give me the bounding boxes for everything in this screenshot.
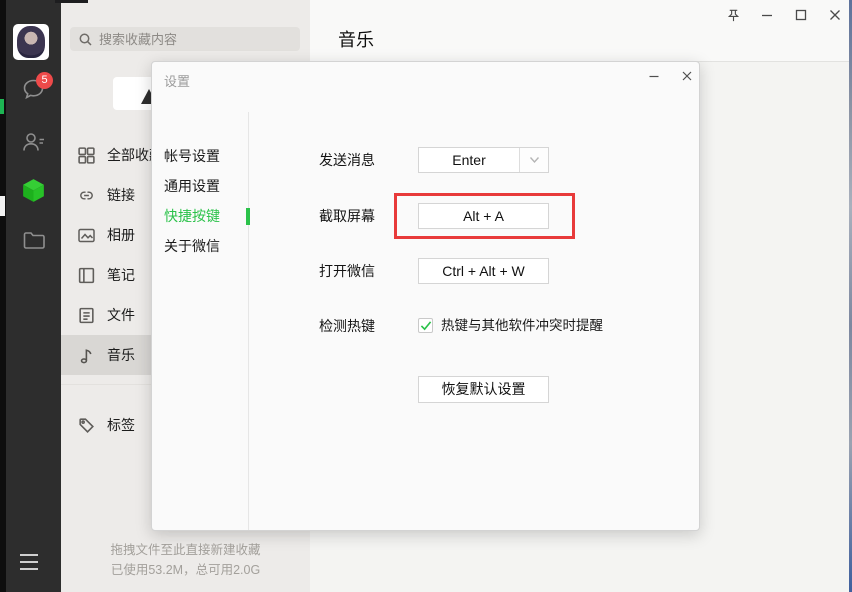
note-icon bbox=[77, 266, 96, 285]
favorites-icon[interactable] bbox=[6, 176, 61, 205]
unread-badge: 5 bbox=[36, 72, 53, 89]
file-icon bbox=[77, 306, 96, 325]
selected-menu-indicator bbox=[246, 208, 250, 225]
contacts-icon[interactable] bbox=[6, 129, 61, 156]
pin-icon[interactable] bbox=[724, 6, 742, 24]
menu-item-shortcuts[interactable]: 快捷按键 bbox=[164, 206, 220, 226]
restore-defaults-button[interactable]: 恢复默认设置 bbox=[418, 376, 549, 403]
background-accent-white bbox=[0, 196, 5, 216]
send-message-select[interactable]: Enter bbox=[418, 147, 549, 173]
link-icon bbox=[77, 186, 96, 205]
capture-hotkey-button[interactable]: Alt + A bbox=[418, 203, 549, 229]
menu-item-general-settings[interactable]: 通用设置 bbox=[164, 176, 220, 196]
storage-status: 拖拽文件至此直接新建收藏 已使用53.2M，总可用2.0G bbox=[61, 540, 310, 580]
music-icon bbox=[77, 346, 96, 365]
search-icon bbox=[78, 32, 93, 47]
sidebar-item-label: 笔记 bbox=[107, 265, 135, 285]
sidebar-item-label: 文件 bbox=[107, 305, 135, 325]
conflict-alert-label: 热键与其他软件冲突时提醒 bbox=[441, 318, 603, 334]
chevron-down-icon bbox=[519, 148, 548, 172]
tag-icon bbox=[77, 416, 96, 435]
dialog-title: 设置 bbox=[164, 71, 190, 90]
search-input[interactable] bbox=[99, 32, 292, 47]
storage-usage-text: 已使用53.2M，总可用2.0G bbox=[61, 560, 310, 580]
nav-rail: 5 bbox=[6, 0, 61, 592]
page-title: 音乐 bbox=[338, 26, 374, 52]
minimize-icon[interactable] bbox=[758, 6, 776, 24]
capture-screen-label: 截取屏幕 bbox=[319, 208, 375, 224]
menu-item-about-wechat[interactable]: 关于微信 bbox=[164, 236, 220, 256]
avatar[interactable] bbox=[13, 24, 49, 60]
send-message-label: 发送消息 bbox=[319, 152, 375, 168]
sidebar-item-label: 链接 bbox=[107, 185, 135, 205]
open-wechat-hotkey-button[interactable]: Ctrl + Alt + W bbox=[418, 258, 549, 284]
send-message-value: Enter bbox=[419, 148, 519, 172]
folder-icon[interactable] bbox=[6, 228, 61, 252]
background-window-sliver-top bbox=[55, 0, 88, 3]
menu-item-account-settings[interactable]: 帐号设置 bbox=[164, 146, 220, 166]
search-box[interactable] bbox=[70, 27, 300, 51]
check-icon bbox=[420, 320, 432, 331]
dialog-minimize-icon[interactable] bbox=[644, 67, 664, 85]
background-accent-green bbox=[0, 99, 4, 114]
drag-hint-text: 拖拽文件至此直接新建收藏 bbox=[61, 540, 310, 560]
partially-hidden-card bbox=[113, 77, 151, 110]
conflict-alert-checkbox[interactable] bbox=[418, 318, 433, 333]
sidebar-item-label: 标签 bbox=[107, 415, 135, 435]
content-header: 音乐 bbox=[310, 0, 852, 62]
sidebar-item-label: 音乐 bbox=[107, 345, 135, 365]
wechat-window: 5 bbox=[0, 0, 852, 592]
grid-icon bbox=[77, 146, 96, 165]
sidebar-item-label: 相册 bbox=[107, 225, 135, 245]
close-icon[interactable] bbox=[826, 6, 844, 24]
settings-dialog: 设置 帐号设置 通用设置 快捷按键 关于微信 发送消息 Enter 截取屏幕 A… bbox=[151, 61, 700, 531]
maximize-icon[interactable] bbox=[792, 6, 810, 24]
dialog-menu-divider bbox=[248, 112, 249, 530]
avatar-image bbox=[17, 26, 45, 58]
menu-icon[interactable] bbox=[20, 554, 38, 575]
open-wechat-label: 打开微信 bbox=[319, 263, 375, 279]
detect-hotkey-label: 检测热键 bbox=[319, 318, 375, 334]
dialog-close-icon[interactable] bbox=[677, 67, 697, 85]
partial-glyph bbox=[141, 89, 151, 104]
photo-icon bbox=[77, 226, 96, 245]
